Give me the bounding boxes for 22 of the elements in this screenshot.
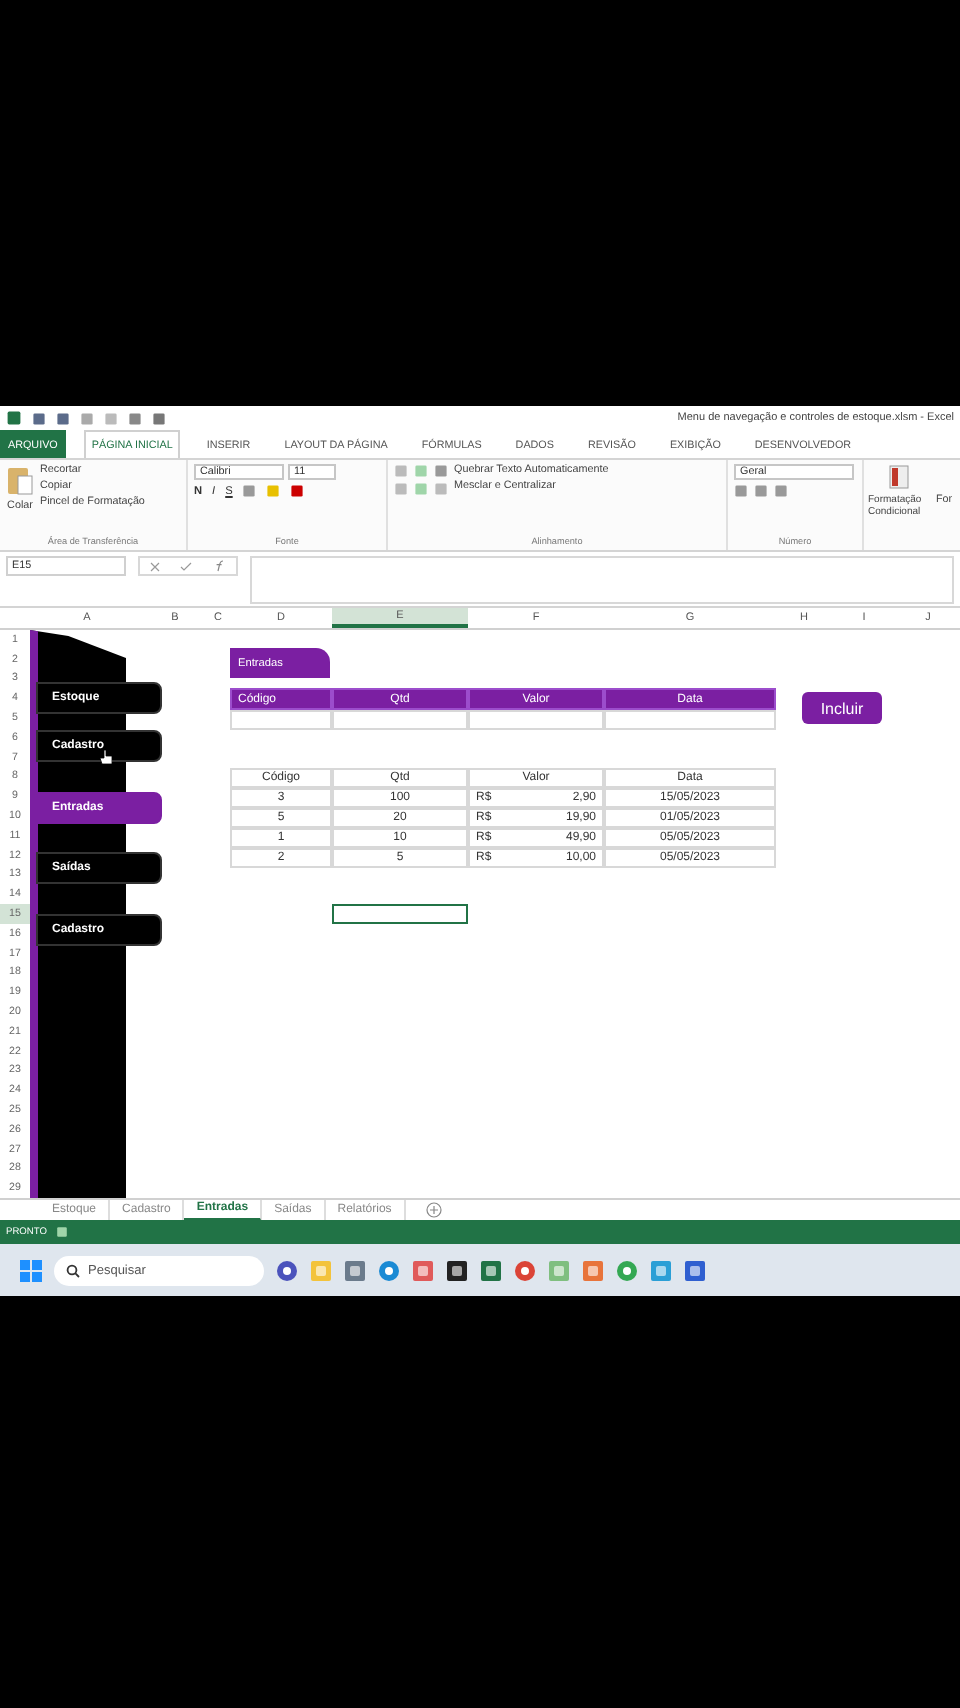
paste-icon[interactable] <box>6 464 34 496</box>
input-cell[interactable] <box>332 710 468 730</box>
video-call-icon[interactable] <box>276 1259 298 1281</box>
input-cell[interactable] <box>230 710 332 730</box>
browser-icon[interactable] <box>378 1259 400 1281</box>
hand-cursor-icon <box>100 750 112 766</box>
search-icon <box>66 1263 80 1277</box>
input-cell[interactable] <box>604 710 776 730</box>
cancel-icon[interactable] <box>150 561 161 571</box>
fill-color-icon[interactable] <box>266 484 281 498</box>
function-icon[interactable] <box>213 560 226 572</box>
conditional-formatting-icon[interactable] <box>888 464 912 490</box>
add-sheet-icon[interactable] <box>425 1202 442 1218</box>
selected-cell[interactable] <box>332 904 468 924</box>
include-button[interactable]: Incluir <box>802 692 882 724</box>
windows-start-icon[interactable] <box>20 1259 42 1281</box>
formula-controls[interactable] <box>138 556 238 576</box>
font-color-icon[interactable] <box>290 484 305 498</box>
checkmark-icon[interactable] <box>180 561 193 571</box>
input-cell[interactable] <box>468 710 604 730</box>
excel-logo-icon[interactable] <box>6 410 22 426</box>
formula-bar[interactable] <box>250 556 954 604</box>
